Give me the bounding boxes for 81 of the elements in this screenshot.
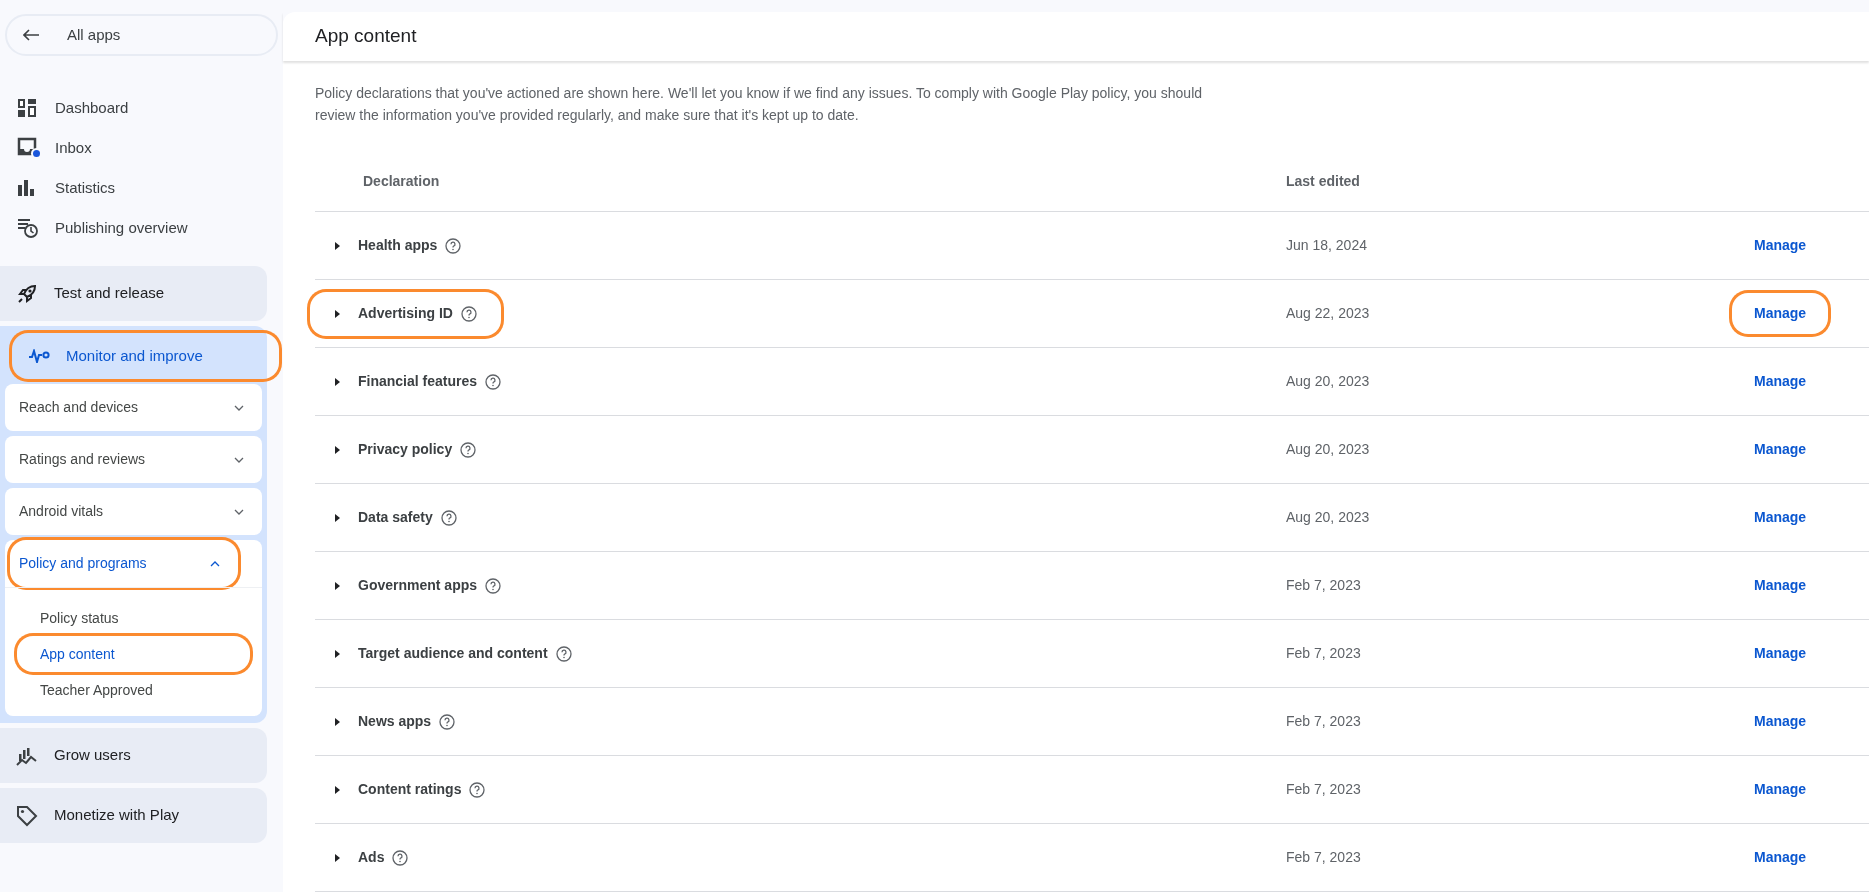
section-button[interactable]: Monitor and improve (12, 333, 279, 379)
help-icon[interactable] (460, 441, 477, 458)
help-icon[interactable] (555, 645, 572, 662)
column-header: Last edited (1286, 172, 1360, 191)
caret-right-icon[interactable] (335, 581, 340, 590)
submenu-item[interactable]: Policy status (5, 600, 262, 636)
dashboard-icon (17, 98, 37, 118)
declaration-name: Government apps (358, 576, 478, 595)
tag-icon (16, 804, 38, 827)
manage-link[interactable]: Manage (1732, 633, 1829, 674)
manage-link[interactable]: Manage (1732, 361, 1829, 402)
back-arrow-icon (23, 29, 39, 41)
manage-link[interactable]: Manage (1732, 497, 1829, 538)
back-button[interactable]: All apps (5, 14, 278, 56)
declaration-name: News apps (358, 712, 432, 731)
help-icon[interactable] (392, 849, 409, 866)
manage-link[interactable]: Manage (1732, 769, 1829, 810)
group-button[interactable]: Ratings and reviews (5, 436, 262, 483)
caret-right-icon[interactable] (335, 377, 340, 386)
manage-link[interactable]: Manage (1732, 837, 1829, 878)
caret-right-icon[interactable] (335, 785, 340, 794)
help-icon[interactable] (460, 305, 477, 322)
nav-item[interactable]: Inbox (0, 130, 283, 166)
help-icon[interactable] (440, 509, 457, 526)
chevron-down-icon (234, 456, 244, 463)
chevron-up-icon (210, 560, 220, 567)
declaration-name: Financial features (358, 372, 478, 391)
manage-link[interactable]: Manage (1732, 701, 1829, 742)
caret-right-icon[interactable] (335, 445, 340, 454)
group-button[interactable]: Policy and programs (10, 540, 238, 587)
submenu-item[interactable]: Teacher Approved (5, 672, 262, 708)
date-text: Feb 7, 2023 (1286, 848, 1362, 867)
group-button[interactable]: Android vitals (5, 488, 262, 535)
manage-link[interactable]: Manage (1732, 293, 1829, 334)
list-clock-icon (17, 217, 39, 239)
nav-item[interactable]: Dashboard (0, 90, 283, 126)
manage-link[interactable]: Manage (1732, 225, 1829, 266)
caret-right-icon[interactable] (335, 241, 340, 250)
help-icon[interactable] (485, 577, 502, 594)
caret-right-icon[interactable] (335, 649, 340, 658)
nav-item[interactable]: Publishing overview (0, 210, 283, 246)
help-icon[interactable] (485, 373, 502, 390)
pulse-icon (28, 349, 50, 363)
help-icon[interactable] (469, 781, 486, 798)
caret-right-icon[interactable] (335, 513, 340, 522)
declaration-name: Data safety (358, 508, 433, 527)
column-header: Declaration (362, 172, 441, 191)
rocket-icon (16, 282, 38, 305)
declaration-name: Health apps (358, 236, 438, 255)
caret-right-icon[interactable] (335, 309, 340, 318)
caret-right-icon[interactable] (335, 717, 340, 726)
section-button[interactable]: Grow users (0, 728, 267, 783)
caret-right-icon[interactable] (335, 853, 340, 862)
date-text: Aug 22, 2023 (1286, 304, 1371, 323)
help-icon[interactable] (445, 237, 462, 254)
date-text: Feb 7, 2023 (1286, 576, 1362, 595)
bar-chart-icon (17, 179, 35, 197)
declaration-name: Ads (358, 848, 385, 867)
date-text: Feb 7, 2023 (1286, 780, 1362, 799)
date-text: Jun 18, 2024 (1286, 236, 1368, 255)
section-button[interactable]: Monetize with Play (0, 788, 267, 843)
manage-link[interactable]: Manage (1732, 429, 1829, 470)
date-text: Feb 7, 2023 (1286, 644, 1362, 663)
group-button[interactable]: Reach and devices (5, 384, 262, 431)
section-button[interactable]: Test and release (0, 266, 267, 321)
submenu-item[interactable]: App content (17, 636, 250, 672)
help-icon[interactable] (439, 713, 456, 730)
page-title: App content (315, 24, 417, 49)
declaration-name: Advertising ID (358, 304, 453, 323)
chevron-down-icon (234, 404, 244, 411)
chevron-down-icon (234, 508, 244, 515)
description-text: Policy declarations that you've actioned are shown here. We'll let you know if we find any issues. To comply with Google Play policy, you should review the information you've provided regularly, and make sure that it's kept up to date. (315, 84, 1204, 125)
date-text: Aug 20, 2023 (1286, 440, 1371, 459)
date-text: Aug 20, 2023 (1286, 372, 1371, 391)
nav-item[interactable]: Statistics (0, 170, 283, 206)
date-text: Feb 7, 2023 (1286, 712, 1362, 731)
declaration-name: Target audience and content (358, 644, 548, 663)
declaration-name: Content ratings (358, 780, 462, 799)
date-text: Aug 20, 2023 (1286, 508, 1371, 527)
manage-link[interactable]: Manage (1732, 565, 1829, 606)
declaration-name: Privacy policy (358, 440, 453, 459)
